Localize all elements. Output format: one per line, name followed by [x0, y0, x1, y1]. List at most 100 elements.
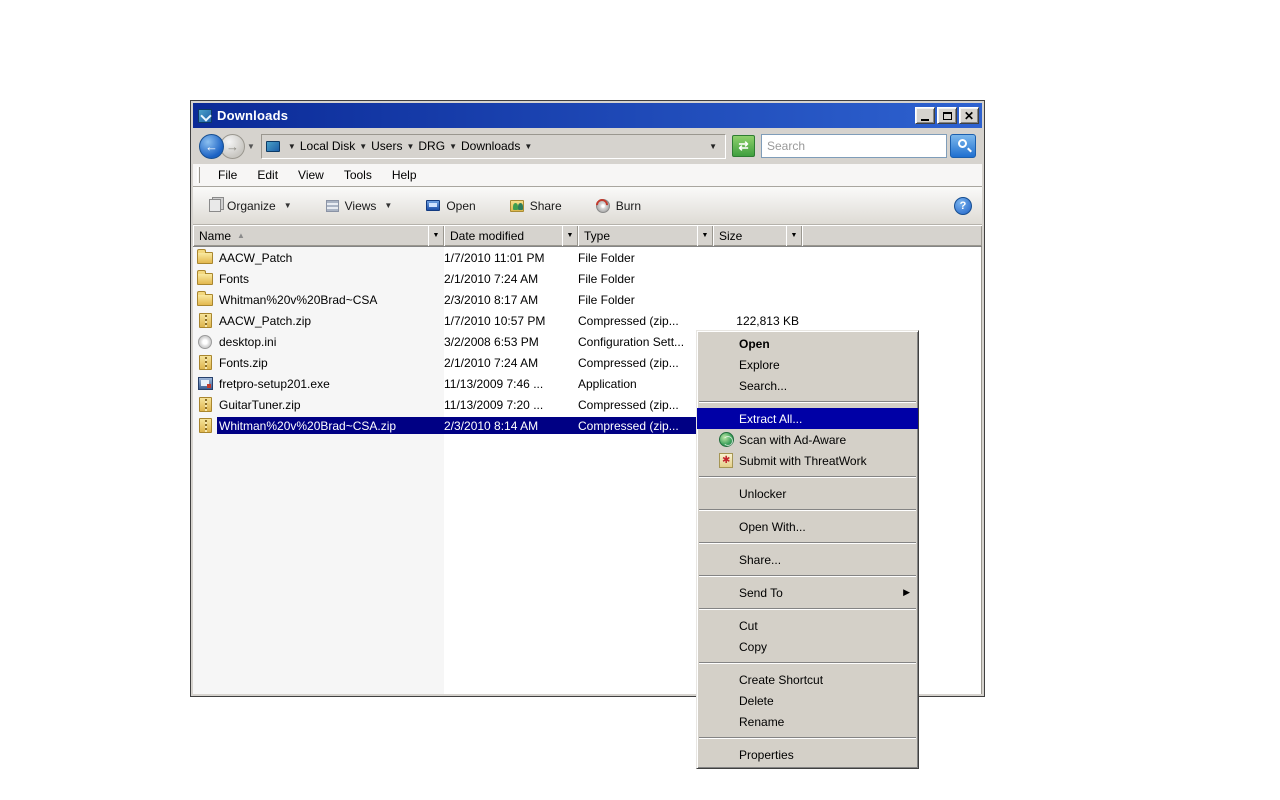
- file-date-modified: 3/2/2008 6:53 PM: [444, 335, 578, 349]
- context-menu-item-label: Open With...: [739, 520, 806, 534]
- context-menu-item-extract-all[interactable]: Extract All...: [697, 408, 918, 429]
- maximize-button[interactable]: [937, 107, 957, 124]
- refresh-button[interactable]: ⇄: [732, 135, 755, 157]
- column-filter-dropdown[interactable]: ▼: [562, 225, 578, 246]
- file-name: AACW_Patch.zip: [217, 314, 444, 328]
- adaware-icon: [719, 432, 734, 447]
- context-menu-item-cut[interactable]: Cut: [697, 615, 918, 636]
- menu-edit[interactable]: Edit: [247, 165, 288, 185]
- file-date-modified: 2/3/2010 8:17 AM: [444, 293, 578, 307]
- minimize-icon: [921, 119, 929, 121]
- context-menu-item-label: Delete: [739, 694, 774, 708]
- zip-icon: [199, 418, 212, 433]
- context-menu-item-submit-with-threatwork[interactable]: Submit with ThreatWork: [697, 450, 918, 471]
- file-name: Whitman%20v%20Brad~CSA.zip: [217, 419, 444, 433]
- file-type: Configuration Sett...: [578, 335, 713, 349]
- close-button[interactable]: ✕: [959, 107, 979, 124]
- search-input[interactable]: [761, 134, 947, 158]
- toolbar-organize-button[interactable]: Organize▼: [203, 195, 298, 217]
- context-menu-item-search[interactable]: Search...: [697, 375, 918, 396]
- chevron-down-icon: ▼: [384, 201, 392, 210]
- context-menu-item-rename[interactable]: Rename: [697, 711, 918, 732]
- column-header-date-modified[interactable]: Date modified▼: [444, 225, 578, 246]
- column-filter-dropdown[interactable]: ▼: [786, 225, 802, 246]
- file-date-modified: 2/3/2010 8:14 AM: [444, 419, 578, 433]
- breadcrumb-arrow-icon: ▼: [288, 142, 296, 151]
- column-header-label: Type: [584, 229, 610, 243]
- breadcrumb[interactable]: ▼Local Disk▼Users▼DRG▼Downloads▼ ▼: [261, 134, 726, 159]
- toolbar-views-button[interactable]: Views ▼: [320, 195, 399, 217]
- open-icon: [426, 200, 440, 211]
- toolbar-burn-button[interactable]: Burn: [590, 195, 647, 217]
- file-date-modified: 2/1/2010 7:24 AM: [444, 272, 578, 286]
- file-type: File Folder: [578, 251, 713, 265]
- table-row[interactable]: AACW_Patch1/7/2010 11:01 PMFile Folder: [193, 247, 981, 268]
- help-button[interactable]: ?: [954, 197, 972, 215]
- context-menu-item-label: Submit with ThreatWork: [739, 454, 867, 468]
- breadcrumb-item-drg[interactable]: DRG: [418, 139, 445, 153]
- file-icon-cell: [193, 355, 217, 370]
- file-name: AACW_Patch: [217, 251, 444, 265]
- zip-icon: [199, 355, 212, 370]
- column-header-label: Name: [199, 229, 231, 243]
- file-type: Application: [578, 377, 713, 391]
- nav-history-dropdown[interactable]: ▼: [247, 142, 255, 151]
- menu-separator: [699, 476, 916, 478]
- menu-view[interactable]: View: [288, 165, 334, 185]
- context-menu-item-send-to[interactable]: Send To▶: [697, 582, 918, 603]
- menu-separator: [699, 542, 916, 544]
- menu-bar: FileEditViewToolsHelp: [193, 164, 982, 187]
- context-menu-item-copy[interactable]: Copy: [697, 636, 918, 657]
- table-row[interactable]: Whitman%20v%20Brad~CSA2/3/2010 8:17 AMFi…: [193, 289, 981, 310]
- breadcrumb-item-users[interactable]: Users: [371, 139, 402, 153]
- breadcrumb-item-downloads[interactable]: Downloads: [461, 139, 520, 153]
- zip-icon: [199, 313, 212, 328]
- sort-ascending-icon: ▲: [237, 231, 245, 240]
- toolbar-burn-label: Burn: [616, 199, 641, 213]
- context-menu-item-scan-with-ad-aware[interactable]: Scan with Ad-Aware: [697, 429, 918, 450]
- table-row[interactable]: AACW_Patch.zip1/7/2010 10:57 PMCompresse…: [193, 310, 981, 331]
- context-menu-item-unlocker[interactable]: Unlocker: [697, 483, 918, 504]
- context-menu-item-label: Send To: [739, 586, 783, 600]
- address-dropdown-icon[interactable]: ▼: [709, 142, 717, 151]
- file-icon-cell: [193, 294, 217, 306]
- file-type: File Folder: [578, 293, 713, 307]
- column-filter-dropdown[interactable]: ▼: [428, 225, 444, 246]
- column-header-size[interactable]: Size▼: [713, 225, 802, 246]
- minimize-button[interactable]: [915, 107, 935, 124]
- context-menu-item-create-shortcut[interactable]: Create Shortcut: [697, 669, 918, 690]
- context-menu-item-explore[interactable]: Explore: [697, 354, 918, 375]
- table-row[interactable]: Fonts2/1/2010 7:24 AMFile Folder: [193, 268, 981, 289]
- context-menu-item-delete[interactable]: Delete: [697, 690, 918, 711]
- file-type: Compressed (zip...: [578, 398, 713, 412]
- file-date-modified: 11/13/2009 7:46 ...: [444, 377, 578, 391]
- context-menu-item-properties[interactable]: Properties: [697, 744, 918, 765]
- title-bar[interactable]: Downloads ✕: [193, 103, 982, 128]
- menu-file[interactable]: File: [208, 165, 247, 185]
- toolbar-views-label: Views: [345, 199, 377, 213]
- back-arrow-icon: ←: [205, 139, 218, 154]
- column-header-name[interactable]: Name ▲ ▼: [193, 225, 444, 246]
- back-button[interactable]: ←: [199, 134, 224, 159]
- search-button[interactable]: [950, 134, 976, 158]
- toolbar-share-button[interactable]: Share: [504, 195, 568, 217]
- menu-separator: [699, 608, 916, 610]
- toolbar-grip: [197, 167, 200, 183]
- file-type: Compressed (zip...: [578, 314, 713, 328]
- context-menu-item-share[interactable]: Share...: [697, 549, 918, 570]
- file-date-modified: 2/1/2010 7:24 AM: [444, 356, 578, 370]
- file-row-columns: Whitman%20v%20Brad~CSA2/3/2010 8:17 AMFi…: [217, 291, 802, 308]
- context-menu-item-label: Search...: [739, 379, 787, 393]
- context-menu: OpenExplore Search... Extract All...Scan w…: [696, 330, 919, 769]
- breadcrumb-item-local-disk[interactable]: Local Disk: [300, 139, 355, 153]
- menu-help[interactable]: Help: [382, 165, 427, 185]
- menu-tools[interactable]: Tools: [334, 165, 382, 185]
- window-title: Downloads: [217, 108, 913, 123]
- toolbar-open-button[interactable]: Open: [420, 195, 481, 217]
- column-header-type[interactable]: Type ▼: [578, 225, 713, 246]
- toolbar-share-label: Share: [530, 199, 562, 213]
- file-name: fretpro-setup201.exe: [217, 377, 444, 391]
- column-filter-dropdown[interactable]: ▼: [697, 225, 713, 246]
- context-menu-item-open-with[interactable]: Open With...: [697, 516, 918, 537]
- context-menu-item-open[interactable]: Open: [697, 333, 918, 354]
